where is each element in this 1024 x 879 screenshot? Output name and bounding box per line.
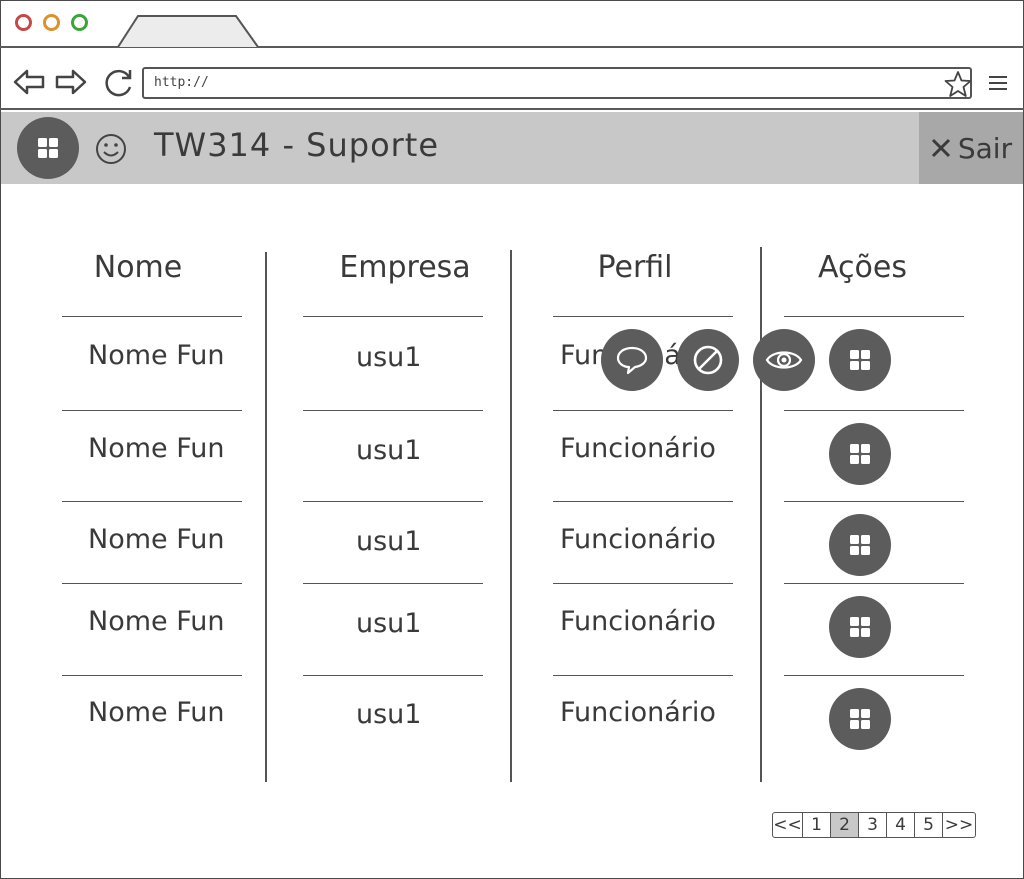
row-divider (553, 316, 733, 317)
maximize-window-button[interactable] (71, 14, 88, 31)
row-actions-button[interactable] (829, 514, 891, 576)
browser-tab[interactable] (116, 14, 260, 47)
star-icon[interactable] (944, 70, 972, 98)
row-divider (784, 316, 964, 317)
row-actions-button[interactable] (829, 329, 891, 391)
cell-empresa: usu1 (356, 699, 422, 730)
pagination-page[interactable]: 5 (915, 813, 943, 837)
comment-button[interactable] (601, 329, 663, 391)
pagination: << 1 2 3 4 5 >> (772, 812, 976, 838)
grid-icon (850, 617, 870, 637)
close-icon (931, 138, 950, 158)
pagination-page[interactable]: 4 (887, 813, 915, 837)
grid-icon (850, 709, 870, 729)
row-divider (784, 410, 964, 411)
cell-empresa: usu1 (356, 435, 422, 466)
pagination-page-current[interactable]: 2 (831, 813, 859, 837)
column-header-nome: Nome (93, 250, 183, 285)
row-divider (303, 410, 483, 411)
browser-titlebar (0, 0, 1024, 48)
back-arrow-icon[interactable] (12, 65, 46, 99)
reload-icon[interactable] (102, 65, 136, 99)
row-divider (553, 410, 733, 411)
cell-perfil: Funcionário (560, 433, 716, 464)
eye-icon (765, 351, 803, 369)
view-button[interactable] (753, 329, 815, 391)
row-divider (303, 501, 483, 502)
cell-nome: Nome Fun (88, 433, 225, 464)
column-divider (265, 252, 267, 782)
home-menu-button[interactable] (17, 117, 79, 179)
logout-label: Sair (957, 131, 1013, 165)
row-divider (553, 675, 733, 676)
cell-nome: Nome Fun (88, 697, 225, 728)
smiley-icon (96, 134, 126, 164)
cell-nome: Nome Fun (88, 340, 225, 371)
url-input[interactable]: http:// (142, 67, 972, 99)
pagination-last[interactable]: >> (943, 813, 975, 837)
forward-arrow-icon[interactable] (54, 65, 88, 99)
column-header-acoes: Ações (818, 250, 907, 285)
row-divider (784, 501, 964, 502)
grid-icon (850, 350, 870, 370)
pagination-page[interactable]: 1 (803, 813, 831, 837)
column-header-empresa: Empresa (339, 250, 471, 285)
cell-perfil: Funcionário (560, 524, 716, 555)
cell-nome: Nome Fun (88, 606, 225, 637)
row-divider (303, 316, 483, 317)
column-divider (760, 247, 762, 782)
row-actions-button[interactable] (829, 596, 891, 658)
cell-nome: Nome Fun (88, 524, 225, 555)
row-divider (553, 583, 733, 584)
cell-empresa: usu1 (356, 608, 422, 639)
row-divider (62, 583, 242, 584)
minimize-window-button[interactable] (43, 14, 60, 31)
cell-perfil: Funcionário (560, 697, 716, 728)
grid-icon (850, 444, 870, 464)
row-divider (784, 675, 964, 676)
grid-icon (38, 138, 58, 158)
row-divider (784, 583, 964, 584)
cell-perfil: Funcionário (560, 606, 716, 637)
row-actions-button[interactable] (829, 688, 891, 750)
pagination-page[interactable]: 3 (859, 813, 887, 837)
grid-icon (850, 535, 870, 555)
block-button[interactable] (677, 329, 739, 391)
page-title: TW314 - Suporte (154, 126, 440, 164)
row-divider (62, 675, 242, 676)
hamburger-icon[interactable] (988, 74, 1008, 92)
logout-button[interactable]: Sair (919, 112, 1023, 184)
column-header-perfil: Perfil (597, 250, 673, 285)
row-divider (303, 675, 483, 676)
pagination-first[interactable]: << (773, 813, 803, 837)
row-divider (553, 501, 733, 502)
cell-empresa: usu1 (356, 526, 422, 557)
row-divider (62, 410, 242, 411)
row-divider (62, 501, 242, 502)
row-divider (62, 316, 242, 317)
row-divider (303, 583, 483, 584)
cell-empresa: usu1 (356, 342, 422, 373)
close-window-button[interactable] (15, 14, 32, 31)
block-icon (693, 345, 723, 375)
comment-icon (616, 346, 648, 375)
column-divider (510, 250, 512, 782)
row-actions-button[interactable] (829, 423, 891, 485)
